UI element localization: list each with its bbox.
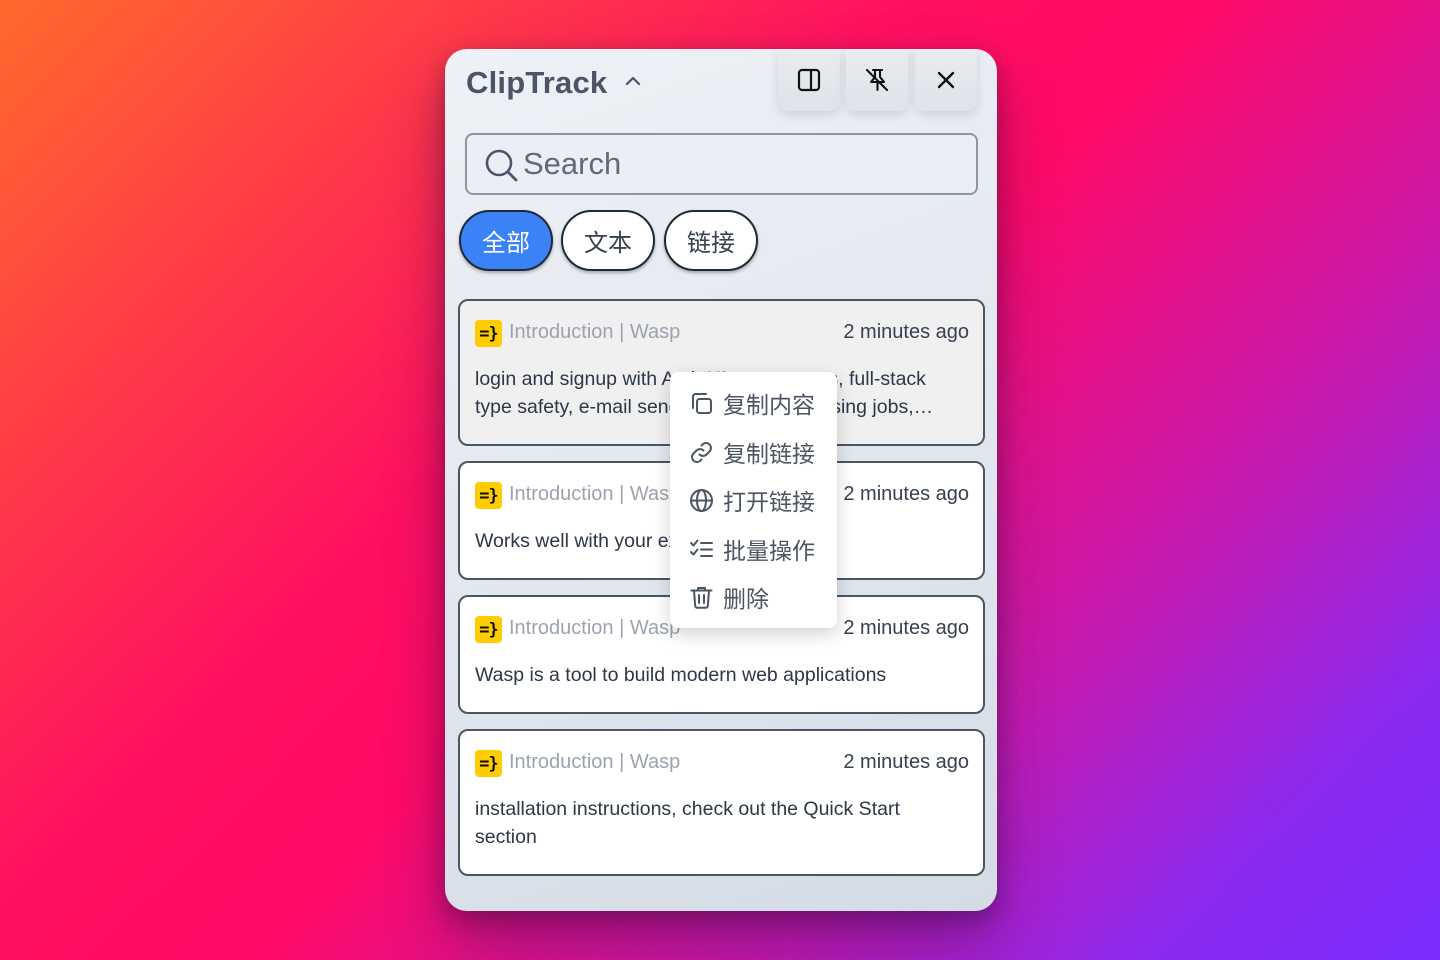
pin-off-icon: [865, 68, 889, 92]
menu-item-copy-link[interactable]: 复制链接: [670, 429, 837, 475]
menu-item-label: 复制内容: [723, 393, 815, 419]
clip-time: 2 minutes ago: [843, 321, 969, 343]
search-box[interactable]: [465, 133, 978, 195]
filter-link-chip[interactable]: 链接: [664, 210, 758, 271]
toggle-sidebar-button[interactable]: [778, 49, 840, 111]
context-menu: 复制内容 复制链接 打开链接 批量操作 删除: [670, 372, 837, 628]
wasp-favicon: =}: [475, 320, 502, 347]
wasp-favicon: =}: [475, 616, 502, 643]
clip-text: Wasp is a tool to build modern web appli…: [475, 664, 887, 686]
menu-item-delete[interactable]: 删除: [670, 574, 837, 620]
clip-source: Introduction | Wasp: [509, 617, 681, 639]
menu-item-label: 删除: [723, 587, 769, 613]
title-bar[interactable]: ClipTrack: [445, 49, 997, 117]
search-icon: [485, 149, 518, 182]
menu-item-copy-content[interactable]: 复制内容: [670, 380, 837, 426]
wasp-favicon: =}: [475, 482, 502, 509]
clip-source: Introduction | Wasp: [509, 751, 681, 773]
copy-icon: [692, 392, 712, 414]
clip-text: installation instructions, check out the…: [475, 798, 900, 848]
wasp-favicon: =}: [475, 750, 502, 777]
menu-item-open-link[interactable]: 打开链接: [670, 477, 837, 523]
clip-time: 2 minutes ago: [843, 751, 969, 773]
trash-icon: [690, 586, 713, 609]
filter-text-chip[interactable]: 文本: [561, 210, 655, 271]
menu-item-batch-action[interactable]: 批量操作: [670, 526, 837, 572]
menu-item-label: 批量操作: [723, 539, 815, 565]
globe-icon: [690, 488, 713, 512]
menu-item-label: 复制链接: [723, 442, 815, 468]
clip-card[interactable]: =} Introduction | Wasp 2 minutes ago ins…: [458, 729, 985, 876]
menu-item-label: 打开链接: [723, 490, 815, 516]
clip-time: 2 minutes ago: [843, 483, 969, 505]
clip-source: Introduction | Wasp: [509, 483, 681, 505]
app-title: ClipTrack: [466, 65, 608, 100]
clip-source: Introduction | Wasp: [509, 321, 681, 343]
chevron-up-icon[interactable]: [623, 71, 643, 91]
clip-time: 2 minutes ago: [843, 617, 969, 639]
checklist-icon: [690, 539, 713, 557]
link-icon: [691, 441, 712, 463]
close-button[interactable]: [915, 49, 977, 111]
close-icon: [937, 71, 955, 89]
search-input[interactable]: [523, 143, 963, 185]
filter-all-chip[interactable]: 全部: [459, 210, 553, 271]
sidebar-icon: [797, 68, 821, 92]
unpin-button[interactable]: [846, 49, 908, 111]
